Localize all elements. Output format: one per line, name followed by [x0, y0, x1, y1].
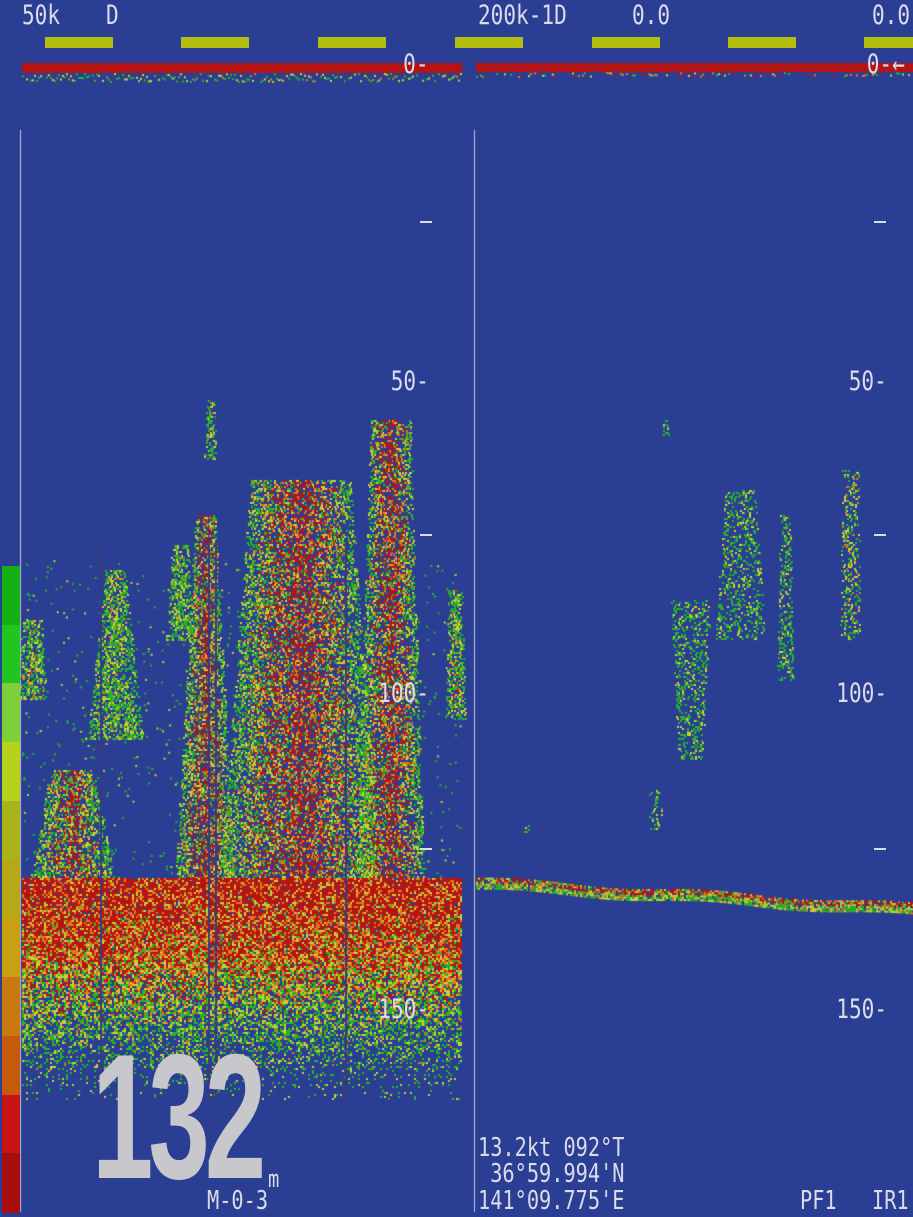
left-scale-tick-125: [420, 848, 432, 850]
palette-cell: [2, 683, 20, 744]
gain-bar-4: [455, 37, 523, 48]
gain-bar-2: [181, 37, 249, 48]
left-scale-100: 100-: [378, 678, 429, 709]
ir-status: IR1: [872, 1186, 909, 1216]
palette-cell: [2, 1035, 20, 1096]
longitude: 141°09.775'E: [478, 1186, 625, 1216]
right-scale-50: 50-: [848, 366, 887, 397]
pf-status: PF1: [800, 1186, 837, 1216]
palette-cell: [2, 918, 20, 979]
right-frequency-label: 200k-1D: [478, 0, 567, 31]
palette-cell: [2, 1153, 20, 1213]
left-scale-150: 150-: [378, 994, 429, 1025]
right-scale-150: 150-: [836, 994, 887, 1025]
left-mode-label: D: [106, 0, 119, 31]
left-scale-0: 0-: [403, 49, 429, 80]
depth-readout: 132: [92, 1017, 266, 1216]
palette-cell: [2, 624, 20, 685]
left-scale-tick-75: [420, 534, 432, 536]
right-scale-tick-75: [874, 534, 886, 536]
gain-bar-1: [45, 37, 113, 48]
right-scale-100: 100-: [836, 678, 887, 709]
palette-cell: [2, 977, 20, 1037]
gain-bar-5: [592, 37, 660, 48]
right-shift-value: 0.0: [632, 0, 671, 31]
right-shift-value-2: 0.0: [872, 0, 911, 31]
depth-unit: m: [268, 1165, 280, 1193]
gain-bar-7: [864, 37, 913, 48]
right-scale-tick-25: [874, 221, 886, 223]
left-frequency-label: 50k: [22, 0, 61, 31]
palette-cell: [2, 800, 20, 861]
speed-heading: 13.2kt 092°T: [478, 1133, 625, 1163]
left-scale-tick-25: [420, 221, 432, 223]
palette-cell: [2, 566, 20, 626]
gain-bar-3: [318, 37, 386, 48]
left-scale-50: 50-: [390, 366, 429, 397]
echo-sounder-screen: 50k D 200k-1D 0.0 0.0 0- 50- 100- 150- 0…: [0, 0, 913, 1217]
palette-cell: [2, 859, 20, 920]
mode-label: M-0-3: [207, 1186, 269, 1216]
latitude: 36°59.994'N: [478, 1159, 625, 1189]
right-scale-0: 0-←: [866, 49, 905, 80]
palette-cell: [2, 1094, 20, 1155]
gain-bar-6: [728, 37, 796, 48]
right-scale-tick-125: [874, 848, 886, 850]
palette-cell: [2, 742, 20, 802]
